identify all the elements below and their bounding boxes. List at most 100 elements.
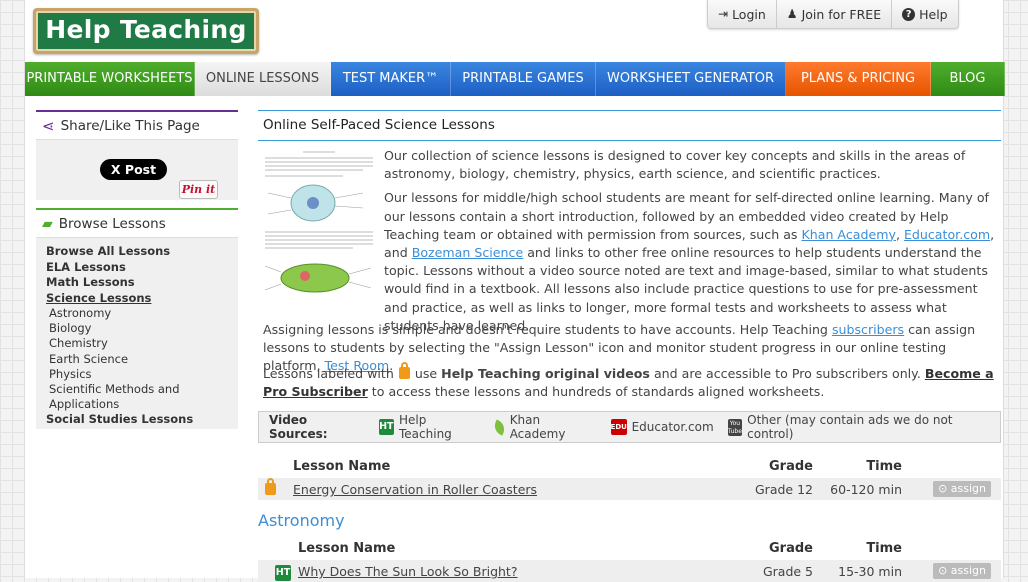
assign-button[interactable]: ⊙ assign: [933, 563, 991, 579]
table-row: Energy Conservation in Roller Coasters G…: [258, 478, 1001, 500]
assign-label: assign: [950, 482, 986, 495]
cell-diagram-thumbnail: [263, 148, 375, 308]
subcategory-biology[interactable]: Biology: [46, 321, 238, 336]
video-sources-bar: Video Sources: HT Help Teaching Khan Aca…: [258, 411, 1001, 443]
lesson-time: 60-120 min: [830, 482, 902, 497]
share-title: Share/Like This Page: [60, 117, 200, 134]
subcategory-earth-science[interactable]: Earth Science: [46, 352, 238, 367]
logo-text: Help Teaching: [36, 11, 256, 51]
login-label: Login: [732, 6, 766, 22]
khan-academy-link[interactable]: Khan Academy: [801, 227, 895, 242]
nav-printable-worksheets[interactable]: PRINTABLE WORKSHEETS: [25, 62, 195, 96]
locked-bold-text: Help Teaching original videos: [441, 366, 650, 381]
source-help-teaching: HT Help Teaching: [378, 413, 481, 441]
help-teaching-icon: HT: [275, 563, 291, 581]
help-teaching-logo[interactable]: Help Teaching: [33, 8, 259, 54]
subcategory-scientific-methods[interactable]: Scientific Methods and Applications: [46, 382, 196, 412]
nav-worksheet-generator[interactable]: WORKSHEET GENERATOR: [596, 62, 786, 96]
locked-text-b: use: [410, 366, 442, 381]
locked-text-c: and are accessible to Pro subscribers on…: [649, 366, 925, 381]
video-sources-label: Video Sources:: [269, 413, 328, 441]
header-grade: Grade: [769, 541, 813, 556]
lesson-grade: Grade 12: [755, 482, 813, 497]
lock-icon: [264, 478, 277, 497]
source-khan-label: Khan Academy: [509, 413, 566, 441]
category-math[interactable]: Math Lessons: [46, 275, 238, 291]
khan-academy-leaf-icon: [492, 419, 507, 435]
source-educator-label: Educator.com: [631, 420, 714, 434]
youtube-icon: You Tube: [727, 418, 743, 436]
category-ela[interactable]: ELA Lessons: [46, 260, 238, 276]
intro-text: Our collection of science lessons is des…: [384, 147, 996, 341]
subscribers-link[interactable]: subscribers: [832, 322, 904, 337]
locked-text-d: to access these lessons and hundreds of …: [367, 384, 825, 400]
lock-icon: [398, 362, 410, 379]
assign-button[interactable]: ⊙ assign: [933, 481, 991, 497]
browse-header: ▰ Browse Lessons: [36, 210, 238, 238]
lesson-categories: Browse All Lessons ELA Lessons Math Less…: [36, 238, 238, 428]
featured-table-header: Lesson Name Grade Time: [258, 455, 1001, 479]
educator-icon: EDU: [610, 419, 627, 435]
table-row: HT Why Does The Sun Look So Bright? Grad…: [258, 560, 1001, 582]
join-button[interactable]: ♟ Join for FREE: [777, 0, 893, 28]
person-icon: ♟: [786, 7, 798, 21]
assign-label: assign: [950, 564, 986, 577]
question-circle-icon: ?: [902, 7, 916, 21]
lesson-link[interactable]: Why Does The Sun Look So Bright?: [298, 564, 517, 579]
header-lesson-name: Lesson Name: [298, 541, 396, 556]
account-buttons: ⇥ Login ♟ Join for FREE ? Help: [707, 0, 959, 29]
source-other: You Tube Other (may contain ads we do no…: [727, 413, 994, 441]
ht-badge: HT: [275, 565, 291, 581]
source-help-teaching-label: Help Teaching: [399, 413, 452, 441]
help-teaching-icon: HT: [378, 419, 394, 435]
subcategory-chemistry[interactable]: Chemistry: [46, 336, 238, 351]
nav-printable-games[interactable]: PRINTABLE GAMES: [451, 62, 596, 96]
page-container: Help Teaching ⇥ Login ♟ Join for FREE ? …: [24, 0, 1005, 582]
category-science[interactable]: Science Lessons: [46, 291, 238, 307]
source-khan-academy: Khan Academy: [492, 413, 597, 441]
help-label: Help: [919, 6, 948, 22]
assign-text-a: Assigning lessons is simple and doesn't …: [263, 322, 832, 337]
nav-plans-pricing[interactable]: PLANS & PRICING: [786, 62, 931, 96]
share-header: ⋖ Share/Like This Page: [36, 112, 238, 140]
subcategory-physics[interactable]: Physics: [46, 367, 238, 382]
subcategory-astronomy[interactable]: Astronomy: [46, 306, 238, 321]
category-social-studies[interactable]: Social Studies Lessons: [46, 412, 238, 428]
locked-text-a: Lessons labeled with: [263, 366, 398, 381]
lesson-grade: Grade 5: [762, 564, 813, 579]
header-time: Time: [866, 459, 902, 474]
educator-link[interactable]: Educator.com: [904, 227, 990, 242]
browse-lessons-box: ▰ Browse Lessons Browse All Lessons ELA …: [36, 208, 238, 429]
main-nav: PRINTABLE WORKSHEETS ONLINE LESSONS TEST…: [25, 62, 1005, 96]
page-title: Online Self-Paced Science Lessons: [258, 110, 1001, 141]
login-icon: ⇥: [718, 7, 729, 21]
main-content: Online Self-Paced Science Lessons Our co…: [258, 110, 1001, 582]
login-button[interactable]: ⇥ Login: [708, 0, 777, 28]
nav-blog[interactable]: BLOG: [931, 62, 1005, 96]
bozeman-science-link[interactable]: Bozeman Science: [412, 245, 524, 260]
help-button[interactable]: ? Help: [892, 0, 958, 28]
lesson-thumbnail-image: [263, 148, 375, 308]
locked-lessons-paragraph: Lessons labeled with use Help Teaching o…: [263, 362, 996, 401]
section-title-astronomy: Astronomy: [258, 511, 345, 530]
sep-1: ,: [895, 226, 904, 242]
intro-paragraph-2: Our lessons for middle/high school stude…: [384, 189, 996, 335]
browse-title: Browse Lessons: [58, 215, 166, 232]
header-lesson-name: Lesson Name: [293, 459, 391, 474]
intro-paragraph-1: Our collection of science lessons is des…: [384, 148, 966, 182]
category-all-lessons[interactable]: Browse All Lessons: [46, 244, 238, 260]
nav-online-lessons[interactable]: ONLINE LESSONS: [195, 62, 331, 96]
astronomy-table-header: Lesson Name Grade Time: [258, 537, 1001, 561]
x-post-button[interactable]: X Post: [100, 159, 167, 180]
header-grade: Grade: [769, 459, 813, 474]
lesson-link[interactable]: Energy Conservation in Roller Coasters: [293, 482, 537, 497]
header-time: Time: [866, 541, 902, 556]
folder-open-icon: ▰: [42, 215, 53, 232]
nav-test-maker[interactable]: TEST MAKER™: [331, 62, 451, 96]
share-box: ⋖ Share/Like This Page X Post Pin it: [36, 110, 238, 200]
join-label: Join for FREE: [801, 6, 882, 22]
source-educator: EDU Educator.com: [610, 419, 714, 435]
pin-it-button[interactable]: Pin it: [179, 180, 218, 199]
lesson-time: 15-30 min: [838, 564, 902, 579]
source-other-label: Other (may contain ads we do not control…: [747, 413, 953, 441]
